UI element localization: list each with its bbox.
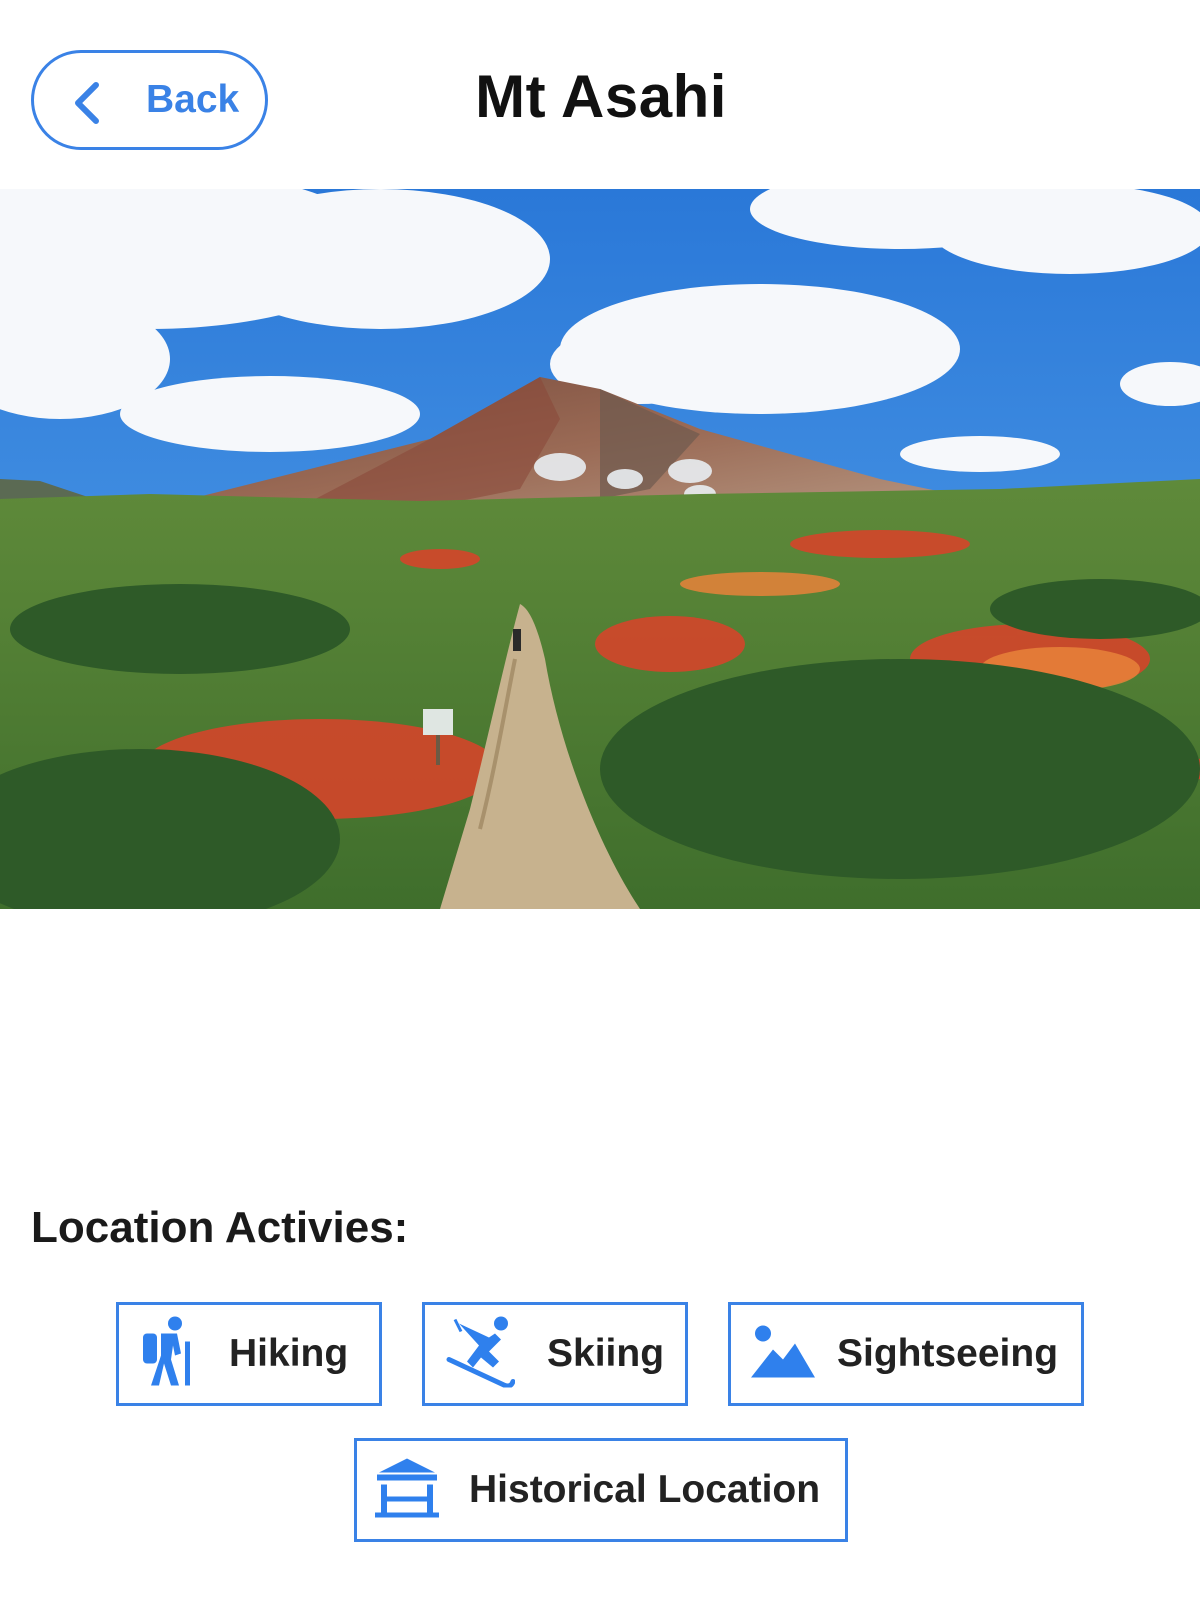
location-photo <box>0 189 1200 909</box>
temple-icon <box>373 1457 441 1524</box>
mountain-icon <box>751 1324 815 1385</box>
skiing-icon <box>445 1316 516 1393</box>
activity-chip-hiking[interactable]: Hiking <box>116 1302 382 1406</box>
hiking-icon <box>139 1316 197 1393</box>
activity-chip-historical-location[interactable]: Historical Location <box>354 1438 848 1542</box>
activity-label: Skiing <box>547 1332 665 1375</box>
activity-chip-sightseeing[interactable]: Sightseeing <box>728 1302 1084 1406</box>
activity-label: Sightseeing <box>837 1332 1059 1375</box>
activity-chip-skiing[interactable]: Skiing <box>422 1302 688 1406</box>
activity-label: Hiking <box>229 1332 349 1375</box>
page-title: Mt Asahi <box>475 63 727 130</box>
activity-label: Historical Location <box>469 1468 821 1511</box>
activities-heading: Location Activies: <box>31 1203 409 1252</box>
